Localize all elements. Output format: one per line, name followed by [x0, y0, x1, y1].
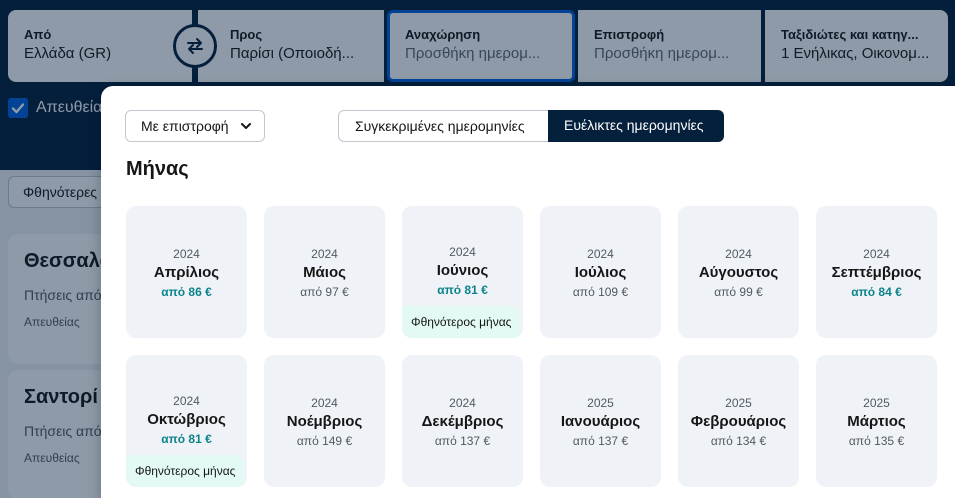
from-value[interactable]: Ελλάδα (GR): [24, 45, 178, 62]
to-field[interactable]: Προς Παρίσι (Οποιοδή...: [198, 10, 384, 82]
month-year: 2024: [311, 396, 338, 410]
return-label: Επιστροφή: [594, 27, 665, 42]
month-year: 2024: [449, 396, 476, 410]
month-year: 2025: [725, 396, 752, 410]
departure-field[interactable]: Αναχώρηση Προσθήκη ημερομ...: [387, 10, 575, 82]
travellers-value[interactable]: 1 Ενήλικας, Οικονομ...: [781, 45, 938, 62]
month-price: από 109 €: [572, 285, 629, 299]
month-year: 2024: [173, 247, 200, 261]
month-price: από 137 €: [434, 434, 491, 448]
month-price: από 134 €: [710, 434, 767, 448]
month-card[interactable]: 2025 Φεβρουάριος από 134 €: [678, 355, 799, 487]
month-year: 2024: [449, 245, 476, 259]
month-name: Μάιος: [303, 264, 346, 281]
month-name: Αύγουστος: [698, 264, 779, 281]
month-card[interactable]: 2025 Ιανουάριος από 137 €: [540, 355, 661, 487]
date-mode-toggle: Συγκεκριμένες ημερομηνίες Ευέλικτες ημερ…: [338, 110, 724, 142]
month-price: από 84 €: [851, 285, 902, 299]
month-year: 2024: [725, 247, 752, 261]
date-picker-popup: Με επιστροφή Συγκεκριμένες ημερομηνίες Ε…: [101, 86, 955, 498]
departure-label: Αναχώρηση: [405, 27, 481, 42]
month-price: από 97 €: [300, 285, 349, 299]
month-name: Ιανουάριος: [560, 413, 641, 430]
month-section-title: Μήνας: [126, 158, 189, 180]
checkbox-checked-icon[interactable]: [8, 98, 28, 118]
travellers-field[interactable]: Ταξιδιώτες και κατηγ... 1 Ενήλικας, Οικο…: [765, 10, 948, 82]
trip-type-value: Με επιστροφή: [141, 118, 229, 134]
return-field[interactable]: Επιστροφή Προσθήκη ημερομ...: [578, 10, 761, 82]
direct-flights-checkbox[interactable]: Απευθεία: [8, 98, 102, 118]
departure-input[interactable]: Προσθήκη ημερομ...: [405, 45, 558, 62]
month-year: 2024: [587, 247, 614, 261]
flexible-dates-tab[interactable]: Ευέλικτες ημερομηνίες: [548, 110, 724, 142]
chevron-down-icon: [241, 123, 251, 129]
month-card[interactable]: 2024 Αύγουστος από 99 €: [678, 206, 799, 338]
month-card[interactable]: 2024 Δεκέμβριος από 137 €: [402, 355, 523, 487]
month-name: Απρίλιος: [153, 264, 220, 281]
month-price: από 81 €: [161, 432, 212, 446]
trip-type-select[interactable]: Με επιστροφή: [125, 110, 265, 142]
month-card[interactable]: 2024 Σεπτέμβριος από 84 €: [816, 206, 937, 338]
month-price: από 99 €: [714, 285, 763, 299]
month-card[interactable]: 2024 Ιούλιος από 109 €: [540, 206, 661, 338]
month-name: Ιούλιος: [574, 264, 627, 281]
month-name: Φεβρουάριος: [690, 413, 787, 430]
month-card[interactable]: 2024 Ιούνιος από 81 € Φθηνότερος μήνας: [402, 206, 523, 338]
month-price: από 137 €: [572, 434, 629, 448]
month-card[interactable]: 2025 Μάρτιος από 135 €: [816, 355, 937, 487]
cheapest-month-badge: Φθηνότερος μήνας: [402, 306, 521, 338]
month-year: 2025: [587, 396, 614, 410]
month-card[interactable]: 2024 Μάιος από 97 €: [264, 206, 385, 338]
month-year: 2025: [863, 396, 890, 410]
to-label: Προς: [230, 27, 263, 42]
swap-button[interactable]: [173, 24, 217, 68]
from-label: Από: [24, 27, 52, 42]
month-price: από 149 €: [296, 434, 353, 448]
direct-flights-label: Απευθεία: [36, 99, 103, 116]
to-value[interactable]: Παρίσι (Οποιοδή...: [230, 45, 370, 62]
month-name: Δεκέμβριος: [421, 413, 504, 430]
month-year: 2024: [173, 394, 200, 408]
month-name: Μάρτιος: [847, 413, 906, 430]
month-name: Ιούνιος: [436, 262, 489, 279]
month-year: 2024: [863, 247, 890, 261]
month-card[interactable]: 2024 Νοέμβριος από 149 €: [264, 355, 385, 487]
month-price: από 81 €: [437, 283, 488, 297]
month-card[interactable]: 2024 Οκτώβριος από 81 € Φθηνότερος μήνας: [126, 355, 247, 487]
cheapest-month-badge: Φθηνότερος μήνας: [126, 455, 245, 487]
swap-arrows-icon: [187, 38, 203, 54]
from-field[interactable]: Από Ελλάδα (GR): [8, 10, 192, 82]
specific-dates-tab[interactable]: Συγκεκριμένες ημερομηνίες: [338, 110, 548, 142]
travellers-label: Ταξιδιώτες και κατηγ...: [781, 27, 919, 42]
month-name: Νοέμβριος: [286, 413, 363, 430]
month-name: Οκτώβριος: [147, 411, 226, 428]
month-price: από 86 €: [161, 285, 212, 299]
month-year: 2024: [311, 247, 338, 261]
month-name: Σεπτέμβριος: [831, 264, 922, 281]
month-card[interactable]: 2024 Απρίλιος από 86 €: [126, 206, 247, 338]
month-price: από 135 €: [848, 434, 905, 448]
return-input[interactable]: Προσθήκη ημερομ...: [594, 45, 747, 62]
